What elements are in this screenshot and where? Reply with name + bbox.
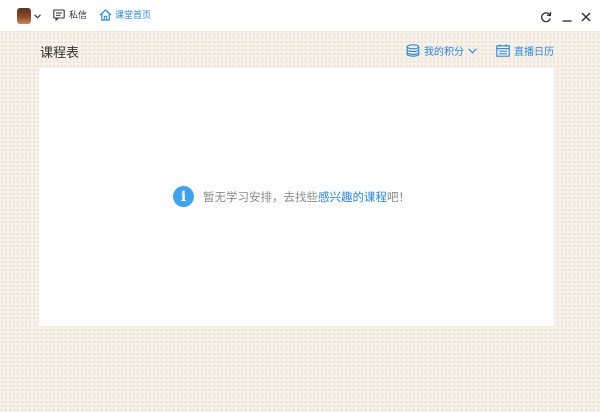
calendar-icon bbox=[496, 44, 510, 57]
my-points-label: 我的积分 bbox=[424, 47, 464, 58]
chevron-down-icon bbox=[34, 13, 41, 19]
close-button[interactable] bbox=[580, 8, 592, 27]
page-title: 课程表 bbox=[40, 46, 80, 61]
messages-button[interactable]: 私信 bbox=[53, 8, 87, 21]
avatar[interactable] bbox=[17, 8, 31, 24]
minimize-button[interactable] bbox=[561, 8, 573, 27]
app-window: 私信 课堂首页 课程表 我的积分 直播日历 i 暂无学习安排，去找些感兴趣的课程… bbox=[0, 0, 600, 412]
empty-state-text-after: 吧！ bbox=[387, 189, 410, 204]
schedule-panel: i 暂无学习安排，去找些感兴趣的课程吧！ bbox=[39, 68, 554, 326]
home-tab-label: 课堂首页 bbox=[115, 11, 152, 21]
refresh-button[interactable] bbox=[540, 8, 552, 27]
my-points-dropdown[interactable]: 我的积分 bbox=[406, 43, 477, 58]
empty-state-text-before: 暂无学习安排，去找些 bbox=[203, 189, 318, 204]
coins-icon bbox=[406, 44, 420, 57]
title-bar: 私信 课堂首页 bbox=[0, 0, 600, 32]
interesting-courses-link[interactable]: 感兴趣的课程 bbox=[318, 190, 387, 204]
account-menu[interactable] bbox=[17, 8, 41, 24]
live-calendar-label: 直播日历 bbox=[514, 47, 554, 58]
message-icon bbox=[53, 8, 65, 21]
live-calendar-button[interactable]: 直播日历 bbox=[496, 43, 554, 58]
close-icon bbox=[581, 12, 591, 22]
home-icon bbox=[99, 8, 112, 21]
minimize-icon bbox=[562, 20, 572, 22]
messages-label: 私信 bbox=[69, 11, 88, 21]
empty-state: i 暂无学习安排，去找些感兴趣的课程吧！ bbox=[173, 186, 410, 207]
home-tab[interactable]: 课堂首页 bbox=[99, 8, 151, 21]
info-icon: i bbox=[173, 186, 194, 207]
refresh-icon bbox=[541, 11, 552, 23]
empty-state-message: 暂无学习安排，去找些感兴趣的课程吧！ bbox=[203, 189, 410, 205]
chevron-down-icon bbox=[468, 47, 477, 54]
